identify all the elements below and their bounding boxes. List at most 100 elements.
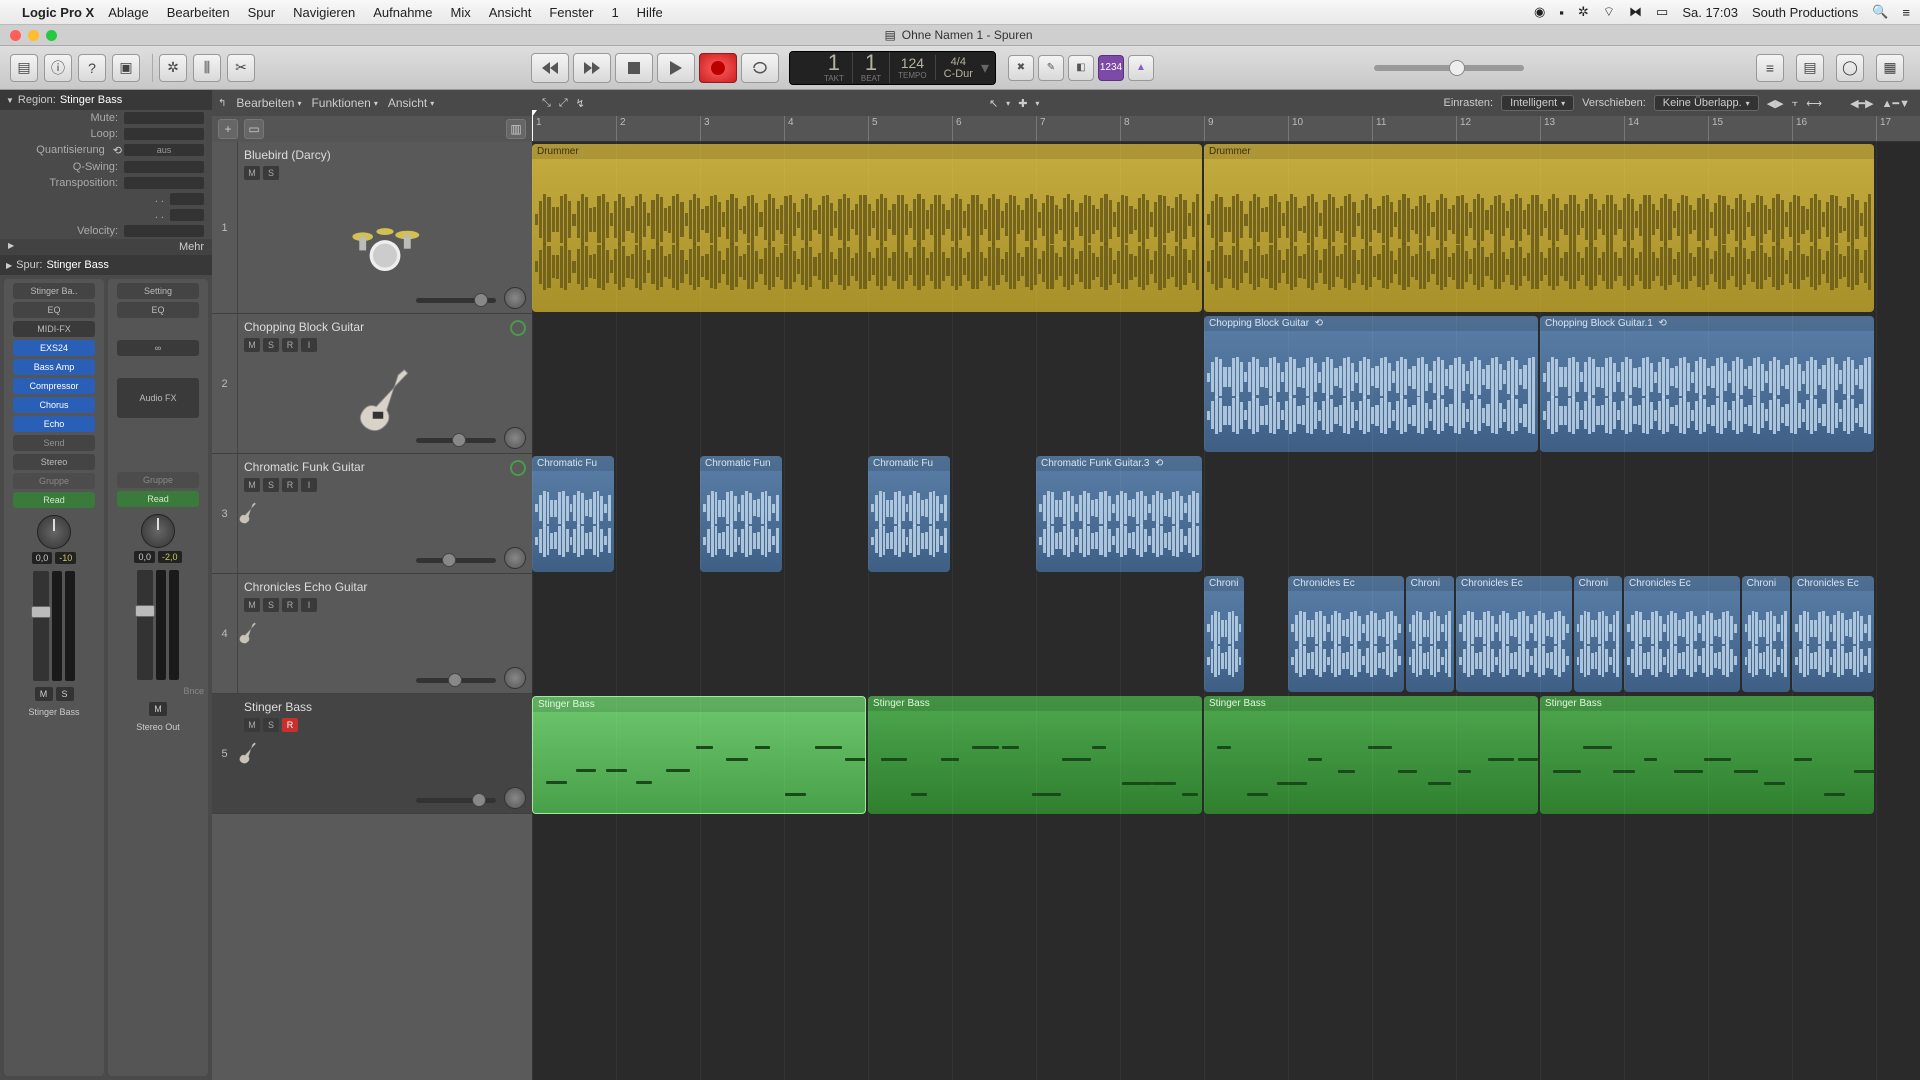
status-icon[interactable]: ✲ [1578,4,1589,20]
ruler-bar[interactable]: 4 [784,116,794,141]
countin-button[interactable]: 1234 [1098,55,1124,81]
r-button[interactable]: R [282,718,298,732]
minimize-button[interactable] [28,30,39,41]
track-volume-slider[interactable] [416,558,496,563]
lane-drummer[interactable]: DrummerDrummer [532,142,1920,314]
send-slot[interactable]: Send [13,435,96,451]
track-header[interactable]: 1 Bluebird (Darcy) MS [212,142,532,314]
global-tracks-button[interactable]: ▥ [506,119,526,139]
zoom-icon[interactable]: ◀▶ [1767,97,1784,110]
stop-button[interactable] [615,53,653,83]
app-name[interactable]: Logic Pro X [22,5,94,20]
region[interactable]: Stinger Bass [532,696,866,814]
i-button[interactable]: I [301,478,317,492]
s-button[interactable]: S [263,338,279,352]
pan-knob[interactable] [141,514,175,548]
automation-mode[interactable]: Read [13,492,96,508]
edit-menu[interactable]: Bearbeiten ▾ [236,96,301,110]
region[interactable]: Stinger Bass [1204,696,1538,814]
setting-slot[interactable]: Setting [117,283,200,299]
catch-icon[interactable]: ↯ [576,97,585,110]
eq-slot[interactable]: EQ [13,302,96,318]
fx-slot[interactable]: Echo [13,416,96,432]
ruler-bar[interactable]: 3 [700,116,710,141]
r-button[interactable]: R [282,598,298,612]
menu-ablage[interactable]: Ablage [108,5,148,20]
region[interactable]: Chopping Block Guitar.1 ⟲ [1540,316,1874,452]
ruler-bar[interactable]: 14 [1624,116,1639,141]
view-menu[interactable]: Ansicht ▾ [388,96,434,110]
loops-button[interactable]: ◯ [1836,54,1864,82]
i-button[interactable]: I [301,598,317,612]
region[interactable]: Chroni [1406,576,1454,692]
group-slot[interactable]: Gruppe [13,473,96,489]
replace-mode-button[interactable]: ✖ [1008,55,1034,81]
volume-fader[interactable] [137,570,153,680]
audiofx-slot[interactable]: Audio FX [117,378,200,418]
transpose-field[interactable] [124,177,204,189]
ruler-bar[interactable]: 2 [616,116,626,141]
s-button[interactable]: S [263,166,279,180]
m-button[interactable]: M [244,478,260,492]
clock[interactable]: Sa. 17:03 [1682,5,1738,20]
status-icon[interactable]: ◉ [1534,4,1545,20]
menu-fenster[interactable]: Fenster [549,5,593,20]
region[interactable]: Chromatic Funk Guitar.3 ⟲ [1036,456,1202,572]
drag-select[interactable]: Keine Überlapp.▾ [1654,95,1759,111]
track-header[interactable]: 4 Chronicles Echo Guitar MSRI [212,574,532,694]
s-button[interactable]: S [263,478,279,492]
menu-ansicht[interactable]: Ansicht [489,5,532,20]
link-slot[interactable]: ∞ [117,340,200,356]
lane-bass[interactable]: Stinger BassStinger BassStinger BassStin… [532,694,1920,816]
list-editors-button[interactable]: ≡ [1756,54,1784,82]
m-button[interactable]: M [244,718,260,732]
functions-menu[interactable]: Funktionen ▾ [311,96,377,110]
pan-knob[interactable] [37,515,71,549]
track-pan-knob[interactable] [504,667,526,689]
track-pan-knob[interactable] [504,287,526,309]
automation-indicator[interactable] [510,460,526,476]
region[interactable]: Drummer [532,144,1202,312]
zoom-v-icon[interactable]: ▲━▼ [1882,97,1910,110]
ruler-bar[interactable]: 11 [1372,116,1386,141]
zoom-button[interactable] [46,30,57,41]
mute-button[interactable]: M [35,687,53,701]
rewind-button[interactable] [531,53,569,83]
play-button[interactable] [657,53,695,83]
track-header[interactable]: ▶ Spur: Stinger Bass [0,255,212,275]
lane-chronicles[interactable]: ChroniChronicles EcChroniChronicles EcCh… [532,574,1920,694]
snap-select[interactable]: Intelligent▾ [1501,95,1574,111]
menu-bearbeiten[interactable]: Bearbeiten [167,5,230,20]
record-button[interactable] [699,53,737,83]
region[interactable]: Chromatic Fu [868,456,950,572]
close-button[interactable] [10,30,21,41]
ruler-bar[interactable]: 10 [1288,116,1303,141]
menu-mix[interactable]: Mix [451,5,471,20]
track-header[interactable]: 5 Stinger Bass MSR [212,694,532,814]
track-volume-slider[interactable] [416,678,496,683]
track-header[interactable]: 3 Chromatic Funk Guitar MSRI [212,454,532,574]
fx-slot[interactable]: Bass Amp [13,359,96,375]
zoom-h-icon[interactable]: ◀━▶ [1850,97,1874,110]
lowlatency-button[interactable]: ✎ [1038,55,1064,81]
user-name[interactable]: South Productions [1752,5,1858,20]
wifi-icon[interactable]: ⧓ [1629,4,1642,20]
flex-icon[interactable]: ⤢ [559,97,568,110]
ruler-bar[interactable]: 13 [1540,116,1555,141]
lane-chopping[interactable]: Chopping Block Guitar ⟲Chopping Block Gu… [532,314,1920,454]
help-button[interactable]: ? [78,54,106,82]
ruler-bar[interactable]: 16 [1792,116,1807,141]
ruler-bar[interactable]: 12 [1456,116,1471,141]
spotlight-icon[interactable]: 🔍 [1872,4,1888,20]
mixer-button[interactable]: ⫼ [193,54,221,82]
ruler-bar[interactable]: 9 [1204,116,1214,141]
eq-slot[interactable]: EQ [117,302,200,318]
volume-fader[interactable] [33,571,49,681]
automation-mode[interactable]: Read [117,491,200,507]
s-button[interactable]: S [263,718,279,732]
back-icon[interactable]: ↰ [218,98,226,109]
forward-button[interactable] [573,53,611,83]
loop-checkbox[interactable] [124,128,204,140]
track-pan-knob[interactable] [504,427,526,449]
i-button[interactable]: I [301,338,317,352]
